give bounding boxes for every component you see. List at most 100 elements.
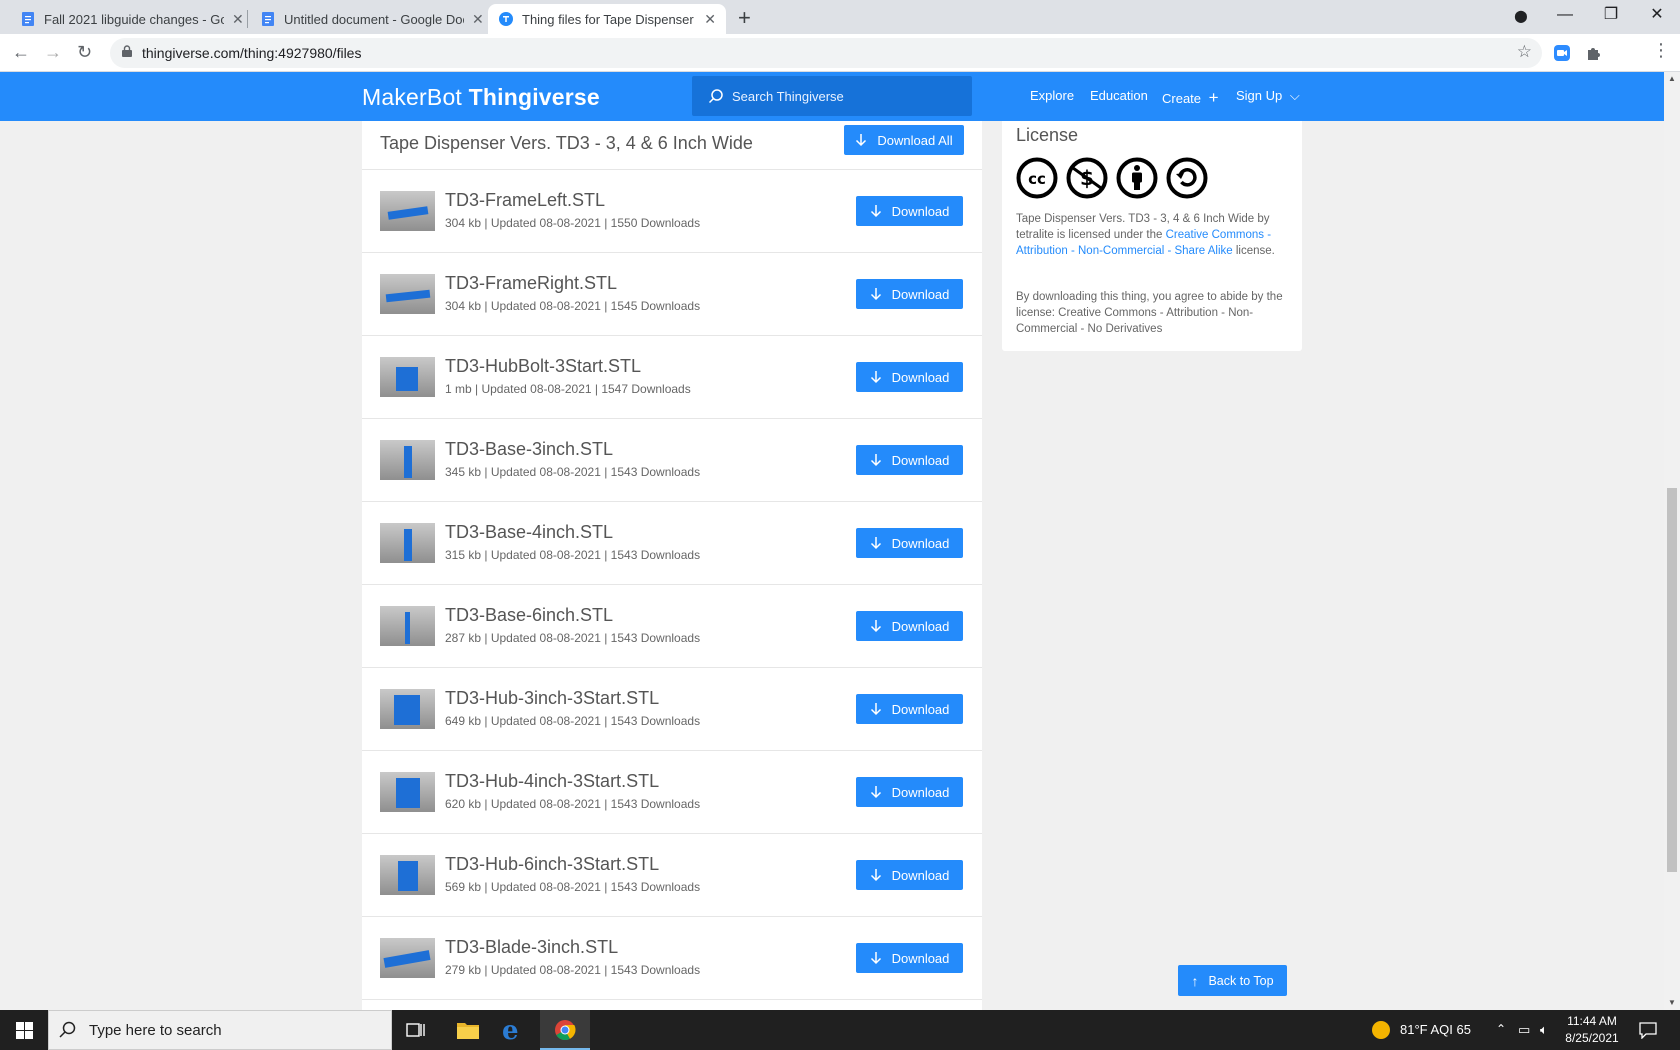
download-label: Download xyxy=(891,867,950,883)
file-meta: 304 kb | Updated 08-08-2021 | 1545 Downl… xyxy=(445,299,701,313)
part-render xyxy=(385,289,431,303)
download-label: Download xyxy=(891,618,950,634)
restore-icon[interactable]: ❐ xyxy=(1588,0,1634,34)
file-thumbnail[interactable] xyxy=(380,772,435,812)
browser-toolbar: ← → ↻ thingiverse.com/thing:4927980/file… xyxy=(0,34,1680,97)
chrome-menu-icon[interactable]: ⋮ xyxy=(1652,40,1670,61)
address-bar[interactable]: thingiverse.com/thing:4927980/files ☆ xyxy=(110,38,1542,68)
clock-date: 8/25/2021 xyxy=(1565,1031,1619,1045)
close-icon[interactable]: ✕ xyxy=(232,11,244,28)
download-button[interactable]: Download xyxy=(856,777,963,807)
taskbar-clock[interactable]: 11:44 AM 8/25/2021 xyxy=(1560,1013,1624,1047)
minimize-icon[interactable]: — xyxy=(1542,0,1588,34)
scroll-down-icon[interactable]: ▼ xyxy=(1668,998,1676,1007)
tab-libguide[interactable]: Fall 2021 libguide changes - Goo ✕ xyxy=(10,4,254,34)
file-thumbnail[interactable] xyxy=(380,357,435,397)
close-icon[interactable]: ✕ xyxy=(704,11,716,28)
download-button[interactable]: Download xyxy=(856,445,963,475)
file-thumbnail[interactable] xyxy=(380,523,435,563)
network-icon[interactable]: ▭ xyxy=(1518,1022,1530,1038)
download-all-label: Download All xyxy=(877,132,953,148)
download-button[interactable]: Download xyxy=(856,196,963,226)
file-meta: 1 mb | Updated 08-08-2021 | 1547 Downloa… xyxy=(445,382,691,396)
file-thumbnail[interactable] xyxy=(380,191,435,231)
tab-search-icon[interactable]: ⬤ xyxy=(1498,0,1544,34)
part-render xyxy=(404,529,412,561)
part-render xyxy=(398,861,418,891)
download-button[interactable]: Download xyxy=(856,694,963,724)
file-thumbnail[interactable] xyxy=(380,606,435,646)
weather-text[interactable]: 81°F AQI 65 xyxy=(1400,1022,1471,1037)
site-search[interactable] xyxy=(692,76,972,116)
download-arrow-icon xyxy=(870,869,881,882)
download-arrow-icon xyxy=(870,205,881,218)
download-button[interactable]: Download xyxy=(856,528,963,558)
download-label: Download xyxy=(891,452,950,468)
site-search-input[interactable] xyxy=(732,86,952,106)
part-render xyxy=(396,367,418,391)
windows-start-icon[interactable] xyxy=(16,1022,33,1039)
scrollbar-thumb[interactable] xyxy=(1667,488,1677,872)
nav-explore[interactable]: Explore xyxy=(1030,88,1074,103)
download-button[interactable]: Download xyxy=(856,362,963,392)
back-arrow-icon[interactable]: ← xyxy=(12,42,30,63)
extensions-puzzle-icon[interactable] xyxy=(1584,43,1604,63)
zoom-extension-icon[interactable] xyxy=(1552,43,1572,63)
nav-sign-up[interactable]: Sign Up ⌵ xyxy=(1236,88,1300,104)
edge-icon[interactable]: e xyxy=(502,1016,519,1046)
tab-untitled-doc[interactable]: Untitled document - Google Doc ✕ xyxy=(250,4,494,34)
download-arrow-icon xyxy=(870,288,881,301)
back-to-top-button[interactable]: ↑ Back to Top xyxy=(1178,965,1287,996)
download-all-button[interactable]: Download All xyxy=(844,125,964,155)
reload-icon[interactable]: ↻ xyxy=(77,42,92,63)
file-thumbnail[interactable] xyxy=(380,274,435,314)
file-name: TD3-Base-4inch.STL xyxy=(445,522,614,542)
file-name: TD3-FrameRight.STL xyxy=(445,273,618,293)
file-thumbnail[interactable] xyxy=(380,689,435,729)
file-thumbnail[interactable] xyxy=(380,855,435,895)
download-arrow-icon xyxy=(870,703,881,716)
weather-sun-icon[interactable] xyxy=(1372,1021,1390,1039)
nav-create[interactable]: Create + xyxy=(1162,88,1219,108)
download-button[interactable]: Download xyxy=(856,611,963,641)
tray-chevron-up-icon[interactable]: ⌃ xyxy=(1496,1022,1506,1036)
file-row: TD3-Hub-3inch-3Start.STL 649 kb | Updated… xyxy=(362,668,982,751)
volume-icon[interactable]: 🔈︎ xyxy=(1540,1022,1548,1038)
download-button[interactable]: Download xyxy=(856,860,963,890)
close-icon[interactable]: ✕ xyxy=(472,11,484,28)
tab-separator xyxy=(247,10,248,28)
url-text[interactable]: thingiverse.com/thing:4927980/files xyxy=(142,45,361,61)
non-commercial-icon: $ xyxy=(1066,157,1108,199)
close-window-icon[interactable]: ✕ xyxy=(1634,0,1680,34)
file-name: TD3-Blade-3inch.STL xyxy=(445,937,619,957)
file-meta: 569 kb | Updated 08-08-2021 | 1543 Downl… xyxy=(445,880,701,894)
chevron-down-icon: ⌵ xyxy=(1289,88,1300,103)
file-thumbnail[interactable] xyxy=(380,440,435,480)
tab-title: Fall 2021 libguide changes - Goo xyxy=(44,11,224,27)
bookmark-star-icon[interactable]: ☆ xyxy=(1517,42,1532,62)
cc-icon: cc xyxy=(1016,157,1058,199)
nav-education[interactable]: Education xyxy=(1090,88,1148,103)
nav-create-label: Create xyxy=(1162,91,1202,106)
file-meta: 287 kb | Updated 08-08-2021 | 1543 Downl… xyxy=(445,631,701,645)
back-to-top-label: Back to Top xyxy=(1208,973,1274,988)
download-button[interactable]: Download xyxy=(856,279,963,309)
scroll-up-icon[interactable]: ▲ xyxy=(1668,74,1676,83)
site-logo[interactable]: MakerBot Thingiverse xyxy=(362,84,600,111)
google-docs-icon xyxy=(262,12,274,26)
task-view-icon[interactable] xyxy=(406,1021,426,1039)
download-label: Download xyxy=(891,203,950,219)
notifications-icon[interactable] xyxy=(1638,1021,1658,1039)
file-thumbnail[interactable] xyxy=(380,938,435,978)
download-label: Download xyxy=(891,950,950,966)
taskbar-search[interactable]: Type here to search xyxy=(48,1010,392,1050)
taskbar-chrome[interactable] xyxy=(540,1010,590,1050)
tab-thing-files[interactable]: Thing files for Tape Dispenser Ve ✕ xyxy=(488,4,726,34)
download-button[interactable]: Download xyxy=(856,943,963,973)
file-row: TD3-FrameRight.STL 304 kb | Updated 08-08… xyxy=(362,253,982,336)
forward-arrow-icon[interactable]: → xyxy=(44,42,62,63)
page-scrollbar[interactable]: ▲ ▼ xyxy=(1664,72,1680,1010)
new-tab-icon[interactable]: + xyxy=(738,5,751,31)
file-explorer-icon[interactable] xyxy=(456,1020,480,1040)
download-arrow-icon xyxy=(856,134,867,147)
